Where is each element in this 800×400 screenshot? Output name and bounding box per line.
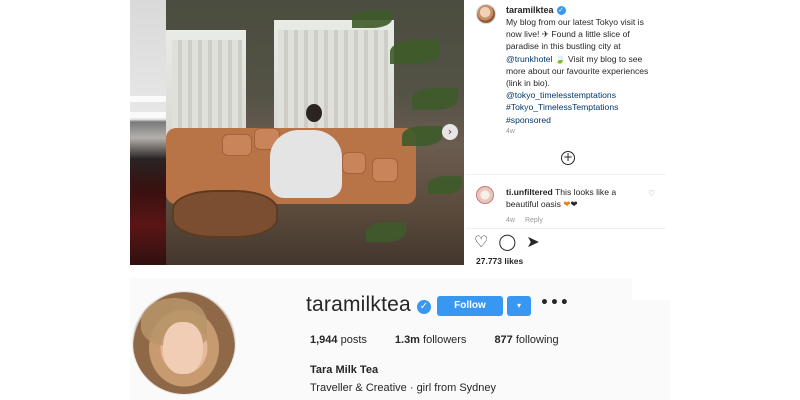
comment-text: ti.unfiltered This looks like a beautifu… [506, 186, 646, 210]
profile-stats: 1,944 posts 1.3m followers 877 following [310, 334, 587, 346]
photo-plant [352, 10, 392, 28]
verified-icon: ✓ [556, 5, 566, 15]
profile-full-name: Tara Milk Tea [310, 364, 379, 376]
profile-background [632, 300, 670, 400]
black-heart-icon: ❤ [570, 199, 578, 209]
avatar[interactable] [476, 4, 496, 24]
comment-like-icon[interactable]: ♡ [648, 189, 655, 198]
orange-heart-icon: ❤ [563, 199, 571, 209]
post-caption: My blog from our latest Tokyo visit is n… [506, 16, 658, 126]
photo-cushion [342, 152, 366, 174]
photo-person-blanket [270, 130, 342, 198]
photo-cushion [222, 134, 252, 156]
photo-detail [130, 96, 166, 102]
posts-count: 1,944 [310, 334, 338, 346]
more-options-button[interactable]: ••• [540, 295, 570, 311]
reply-button[interactable]: Reply [525, 217, 543, 224]
following-count: 877 [494, 334, 513, 346]
followers-count: 1.3m [394, 334, 420, 346]
photo-plant [412, 88, 458, 110]
chevron-right-icon[interactable]: › [442, 124, 458, 140]
post-username-label[interactable]: taramilktea [506, 5, 554, 15]
photo-plant [402, 126, 442, 146]
post-sidebar: taramilktea ✓ My blog from our latest To… [466, 0, 666, 270]
following-label: following [515, 334, 559, 346]
photo-detail [130, 112, 166, 118]
photo-cushion [372, 158, 398, 182]
post-username[interactable]: taramilktea ✓ [506, 5, 566, 15]
follow-button[interactable]: Follow [437, 296, 503, 316]
suggestions-dropdown-button[interactable]: ▾ [507, 296, 531, 316]
post-photo[interactable]: › [166, 0, 464, 265]
caption-hashtag-1[interactable]: #Tokyo_TimelessTemptations [506, 102, 618, 112]
profile-username: taramilktea [306, 293, 411, 316]
leaf-icon: 🍃 [554, 53, 566, 64]
photo-table [172, 190, 278, 238]
post-timestamp: 4w [506, 128, 515, 135]
photo-plant [428, 176, 462, 194]
profile-header: taramilktea ✓ Follow ▾ ••• 1,944 posts 1… [130, 278, 632, 400]
comment-username[interactable]: ti.unfiltered [506, 187, 553, 197]
comment-avatar[interactable] [476, 186, 494, 204]
profile-bio: Traveller & Creative · girl from Sydney [310, 382, 497, 394]
add-icon[interactable]: + [561, 151, 575, 165]
carousel-previous-photo[interactable] [130, 0, 166, 265]
post-actions: ♡ ◯ ➤ [474, 234, 540, 250]
caption-hashtag-2[interactable]: #sponsored [506, 115, 551, 125]
posts-stat: 1,944 posts [310, 334, 367, 346]
comment-meta: 4w Reply [506, 217, 543, 224]
posts-label: posts [340, 334, 367, 346]
profile-avatar[interactable] [132, 291, 236, 395]
divider [466, 228, 666, 229]
photo-plant [390, 40, 440, 64]
share-icon[interactable]: ➤ [526, 234, 539, 250]
photo-person-head [306, 104, 322, 122]
avatar-face [163, 322, 203, 374]
verified-icon: ✓ [417, 300, 431, 314]
divider [466, 174, 666, 175]
following-stat[interactable]: 877 following [494, 334, 558, 346]
caption-mention[interactable]: @trunkhotel [506, 54, 552, 64]
followers-label: followers [423, 334, 467, 346]
comment-timestamp: 4w [506, 217, 515, 224]
likes-count[interactable]: 27.773 likes [476, 256, 523, 266]
followers-stat[interactable]: 1.3m followers [395, 334, 467, 346]
caption-tag-1[interactable]: @tokyo_timelesstemptations [506, 90, 616, 100]
photo-plant [366, 222, 406, 242]
caption-text-1: My blog from our latest Tokyo visit is n… [506, 17, 644, 52]
heart-icon[interactable]: ♡ [474, 234, 488, 250]
comment-icon[interactable]: ◯ [498, 234, 516, 250]
